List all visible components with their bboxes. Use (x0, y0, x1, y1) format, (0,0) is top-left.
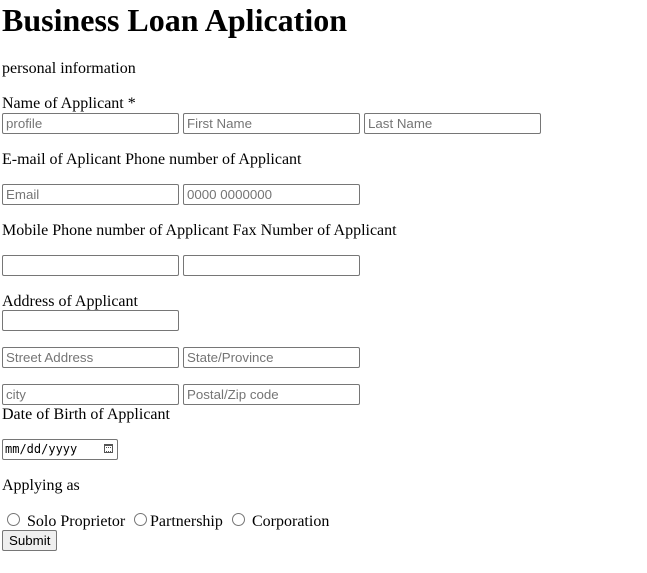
city-input[interactable] (2, 384, 179, 405)
applying-as-label: Applying as (2, 477, 80, 494)
mobile-phone-input[interactable] (2, 255, 179, 276)
address-input[interactable] (2, 310, 179, 331)
page-title: Business Loan Aplication (2, 2, 347, 38)
section-label: personal information (2, 60, 136, 77)
email-input[interactable] (2, 184, 179, 205)
corporation-label: Corporation (252, 513, 330, 530)
fax-input[interactable] (183, 255, 360, 276)
birth-date-label: Date of Birth of Applicant (2, 406, 170, 423)
profile-input[interactable] (2, 113, 179, 134)
calendar-icon[interactable] (104, 444, 113, 453)
street-address-input[interactable] (2, 347, 179, 368)
date-placeholder: mm/dd/yyyy (5, 442, 78, 456)
partnership-label: Partnership (150, 513, 223, 530)
birth-date-input[interactable]: mm/dd/yyyy (2, 439, 118, 460)
submit-button[interactable]: Submit (2, 530, 58, 551)
contact-label: E-mail of Aplicant Phone number of Appli… (2, 151, 302, 168)
postal-code-input[interactable] (183, 384, 360, 405)
partnership-radio[interactable] (134, 513, 147, 526)
solo-proprietor-label: Solo Proprietor (27, 513, 126, 530)
first-name-input[interactable] (183, 113, 360, 134)
last-name-input[interactable] (364, 113, 541, 134)
solo-proprietor-radio[interactable] (7, 513, 20, 526)
phone-input[interactable] (183, 184, 360, 205)
mobile-fax-label: Mobile Phone number of Applicant Fax Num… (2, 222, 397, 239)
corporation-radio[interactable] (232, 513, 245, 526)
address-label: Address of Applicant (2, 293, 138, 310)
applicant-name-label: Name of Applicant * (2, 95, 136, 112)
state-province-input[interactable] (183, 347, 360, 368)
